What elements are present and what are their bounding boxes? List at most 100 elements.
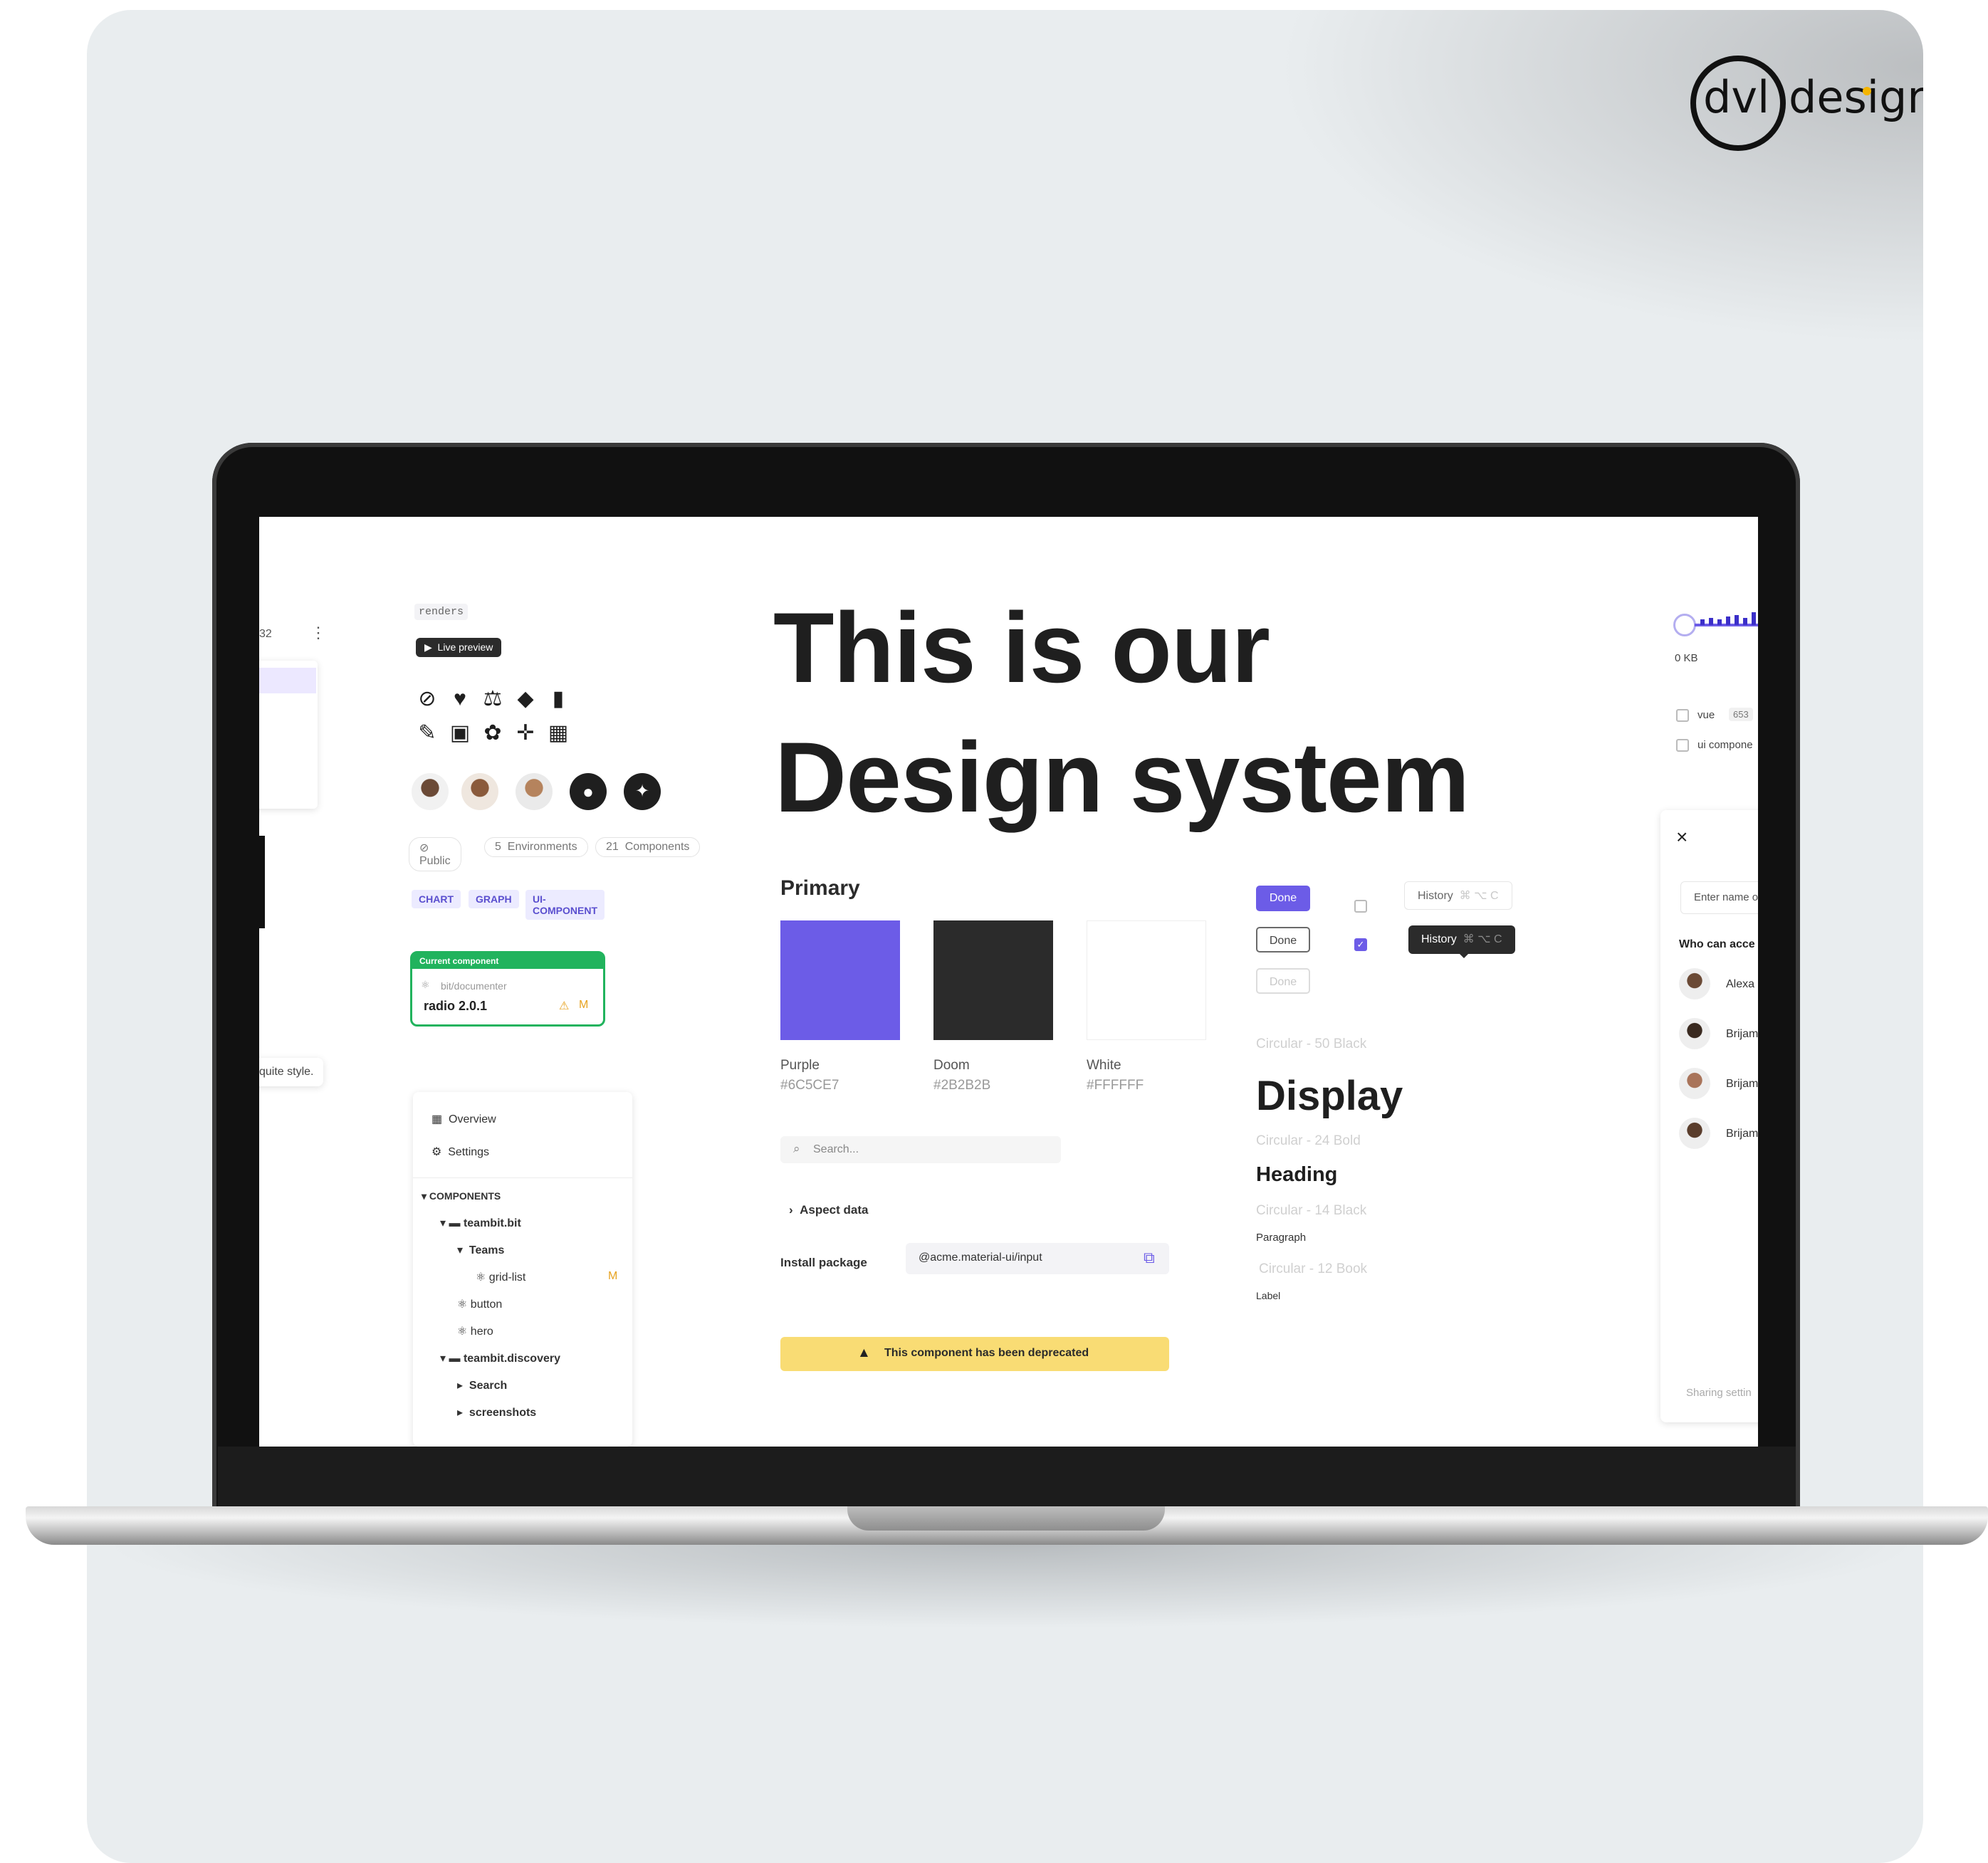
done-button-outline[interactable]: Done xyxy=(1256,927,1310,953)
tree-item-grid-list[interactable]: ⚛ grid-list xyxy=(476,1270,525,1284)
copy-icon[interactable]: ⧉ xyxy=(1144,1249,1155,1267)
left-quote-card: quite style. xyxy=(259,1058,323,1086)
tree-item-search[interactable]: ▸ Search xyxy=(457,1378,507,1392)
filter-checkbox[interactable] xyxy=(1676,709,1689,722)
environments-pill: 5 Environments xyxy=(484,837,588,857)
folder-icon: ▬ xyxy=(449,1217,464,1229)
done-button-disabled[interactable]: Done xyxy=(1256,968,1310,994)
globe-icon: ⊘ xyxy=(419,842,429,854)
modified-status: M xyxy=(579,999,589,1011)
tag-ui-component[interactable]: UI-COMPONENT xyxy=(525,890,605,920)
close-icon[interactable]: × xyxy=(1676,826,1688,849)
tree-item-label: button xyxy=(470,1298,503,1311)
aspect-data-label: Aspect data xyxy=(800,1203,869,1217)
install-command-field[interactable]: @acme.material-ui/input ⧉ xyxy=(906,1243,1169,1274)
tree-item-screenshots[interactable]: ▸ screenshots xyxy=(457,1405,536,1419)
enter-name-input[interactable]: Enter name o xyxy=(1680,881,1758,914)
deprecation-banner: ▲ This component has been deprecated xyxy=(780,1337,1169,1371)
tag-graph[interactable]: GRAPH xyxy=(469,890,519,908)
left-list-panel xyxy=(259,661,318,809)
divider xyxy=(413,1177,632,1178)
component-name: radio 2.0.1 xyxy=(424,999,488,1013)
history-shortcut-hint[interactable]: History ⌘ ⌥ C xyxy=(1404,881,1512,910)
chevron-down-icon: ▾ xyxy=(457,1244,469,1256)
sharing-settings-link[interactable]: Sharing settin xyxy=(1686,1387,1752,1399)
swatch-name: Purple xyxy=(780,1058,820,1073)
heading-meta: Circular - 24 Bold xyxy=(1256,1133,1361,1148)
tag-chart[interactable]: CHART xyxy=(412,890,461,908)
tree-item-hero[interactable]: ⚛ hero xyxy=(457,1324,493,1338)
left-list-selected-row[interactable] xyxy=(259,668,316,693)
person-name: Brijam xyxy=(1726,1028,1758,1040)
components-section-header[interactable]: ▾ COMPONENTS xyxy=(422,1190,501,1202)
group-placeholder-icon[interactable]: ✦ xyxy=(624,773,661,810)
nav-settings-label: Settings xyxy=(448,1146,490,1158)
current-component-card[interactable]: Current component ⚛ bit/documenter radio… xyxy=(410,951,605,1027)
history-shortcut: ⌘ ⌥ C xyxy=(1463,933,1502,945)
install-command-text: @acme.material-ui/input xyxy=(919,1251,1042,1264)
swatch-name: Doom xyxy=(933,1058,970,1073)
nav-settings[interactable]: ⚙ Settings xyxy=(431,1145,489,1159)
logo-dvl-text: dvl xyxy=(1703,71,1770,123)
gear-icon: ✿ xyxy=(483,721,502,745)
sharing-panel: × Enter name o Who can acce Alexa Brijam… xyxy=(1660,810,1758,1422)
enter-name-placeholder: Enter name o xyxy=(1694,891,1758,903)
tree-item-label: teambit.discovery xyxy=(463,1353,560,1365)
scale-icon: ⚖ xyxy=(483,687,503,710)
heart-icon: ♥ xyxy=(454,687,466,710)
gear-icon: ⚙ xyxy=(431,1146,449,1158)
react-icon: ⚛ xyxy=(457,1298,471,1311)
history-label: History xyxy=(1418,890,1453,902)
bell-icon: ◆ xyxy=(517,687,534,710)
file-icon: ▮ xyxy=(552,687,565,710)
laptop-shadow xyxy=(100,1543,1922,1629)
tree-item-label: grid-list xyxy=(488,1271,526,1284)
tree-item-teams[interactable]: ▾ Teams xyxy=(457,1243,504,1257)
avatar xyxy=(1679,1018,1710,1049)
aspect-data-toggle[interactable]: › Aspect data xyxy=(789,1203,868,1217)
size-readout: 0 KB xyxy=(1675,652,1698,664)
components-section-label: COMPONENTS xyxy=(429,1190,501,1202)
avatar[interactable] xyxy=(412,773,449,810)
left-quote-text: quite style. xyxy=(259,1066,314,1078)
chevron-right-icon: ▸ xyxy=(457,1380,469,1392)
checkbox-unchecked[interactable] xyxy=(1354,900,1367,913)
laptop-notch xyxy=(847,1506,1165,1531)
white-swatch xyxy=(1087,920,1206,1040)
left-scrollbar[interactable] xyxy=(259,836,265,928)
avatar[interactable] xyxy=(516,773,553,810)
label-meta: Circular - 12 Book xyxy=(1259,1261,1368,1276)
environments-count: 5 xyxy=(495,841,501,853)
tree-item-label: Search xyxy=(469,1380,508,1392)
filter-vue-count: 653 xyxy=(1729,708,1753,721)
tree-item-teambit-discovery[interactable]: ▾ ▬ teambit.discovery xyxy=(440,1351,560,1365)
search-input[interactable]: ⌕ Search... xyxy=(780,1136,1061,1163)
checkbox-checked[interactable]: ✓ xyxy=(1354,938,1367,951)
search-placeholder: Search... xyxy=(813,1143,859,1155)
nav-overview[interactable]: ▦ Overview xyxy=(431,1112,496,1126)
user-placeholder-icon[interactable]: ● xyxy=(570,773,607,810)
deprecation-text: This component has been deprecated xyxy=(884,1347,1089,1359)
dashboard-icon: ▦ xyxy=(431,1113,449,1125)
purple-swatch xyxy=(780,920,900,1040)
public-pill: ⊘ Public xyxy=(409,837,461,871)
filter-vue-label: vue xyxy=(1697,709,1715,721)
swatch-hex: #2B2B2B xyxy=(933,1078,991,1093)
filter-checkbox[interactable] xyxy=(1676,739,1689,752)
search-icon: ⌕ xyxy=(793,1142,800,1155)
react-icon: ⚛ xyxy=(457,1326,471,1338)
size-histogram xyxy=(1700,612,1758,625)
grid-icon: ▦ xyxy=(548,721,569,745)
tree-item-button[interactable]: ⚛ button xyxy=(457,1297,502,1311)
display-sample: Display xyxy=(1256,1073,1403,1119)
tree-item-label: Teams xyxy=(469,1244,505,1256)
folder-icon: ▬ xyxy=(449,1353,464,1365)
current-component-header: Current component xyxy=(412,953,603,969)
size-slider-handle[interactable] xyxy=(1673,614,1696,636)
more-menu-icon[interactable]: ⋮ xyxy=(310,624,326,642)
live-preview-button[interactable]: ▶ Live preview xyxy=(416,638,502,657)
paragraph-sample: Paragraph xyxy=(1256,1232,1307,1244)
avatar[interactable] xyxy=(461,773,498,810)
tree-item-teambit-bit[interactable]: ▾ ▬ teambit.bit xyxy=(440,1216,521,1230)
done-button-primary[interactable]: Done xyxy=(1256,886,1310,911)
